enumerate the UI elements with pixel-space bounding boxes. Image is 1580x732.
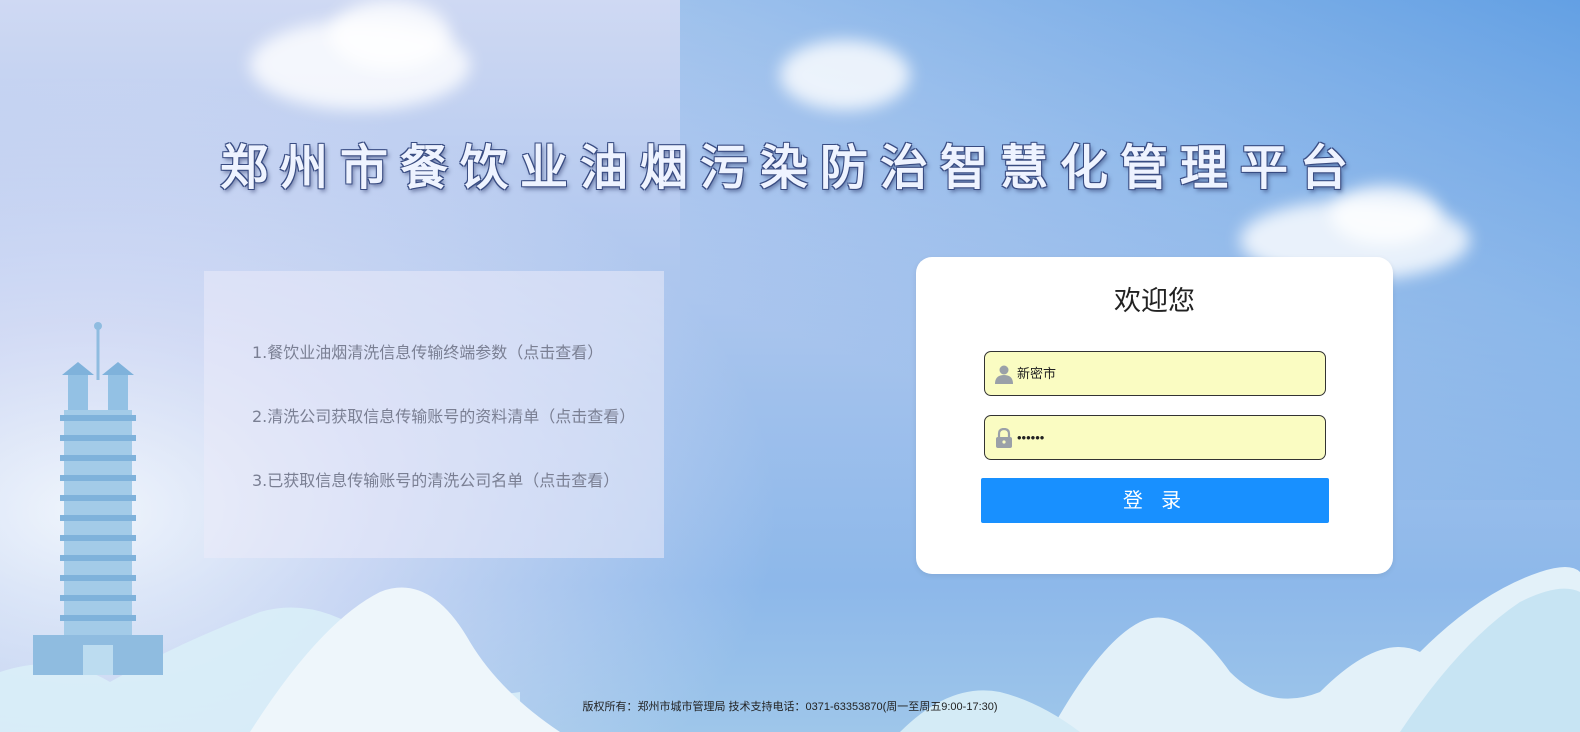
username-field[interactable]: 新密市 bbox=[984, 351, 1326, 396]
login-card: 欢迎您 新密市 •••••• 登 录 bbox=[916, 257, 1393, 574]
cloud-decoration bbox=[780, 40, 910, 110]
user-icon bbox=[995, 365, 1013, 384]
info-link-company-list[interactable]: 3.已获取信息传输账号的清洗公司名单（点击查看） bbox=[252, 467, 619, 491]
info-link-terminal-params[interactable]: 1.餐饮业油烟清洗信息传输终端参数（点击查看） bbox=[252, 339, 603, 363]
pagoda-illustration bbox=[33, 322, 163, 675]
info-link-account-materials[interactable]: 2.清洗公司获取信息传输账号的资料清单（点击查看） bbox=[252, 403, 635, 427]
welcome-heading: 欢迎您 bbox=[1114, 286, 1195, 317]
login-button[interactable]: 登 录 bbox=[981, 478, 1329, 523]
password-field[interactable]: •••••• bbox=[984, 415, 1326, 460]
footer-copyright: 版权所有：郑州市城市管理局 技术支持电话：0371-63353870(周一至周五… bbox=[582, 701, 998, 713]
page-title: 郑州市餐饮业油烟污染防治智慧化管理平台 bbox=[219, 140, 1360, 196]
lock-icon bbox=[996, 428, 1012, 448]
cloud-decoration bbox=[330, 0, 450, 70]
password-value: •••••• bbox=[1017, 430, 1045, 445]
username-value: 新密市 bbox=[1017, 366, 1057, 381]
info-panel: 1.餐饮业油烟清洗信息传输终端参数（点击查看） 2.清洗公司获取信息传输账号的资… bbox=[204, 271, 664, 558]
